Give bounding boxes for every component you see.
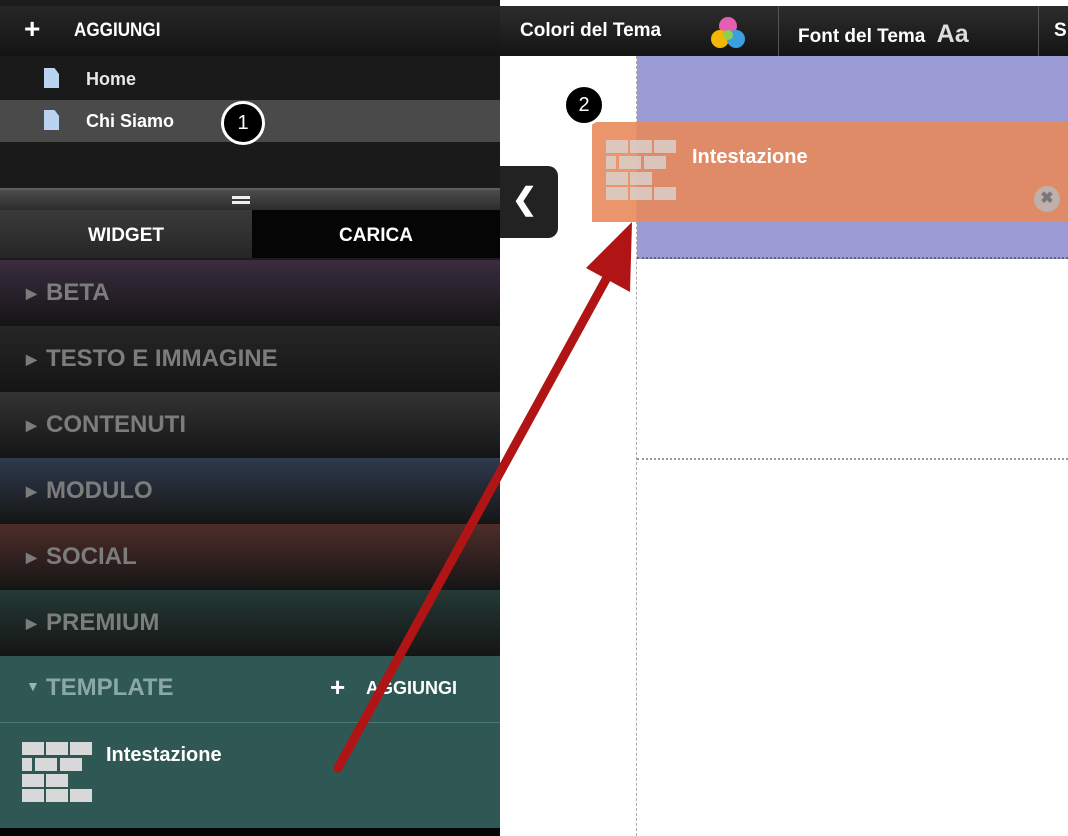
drag-arrow-annotation xyxy=(333,222,632,773)
